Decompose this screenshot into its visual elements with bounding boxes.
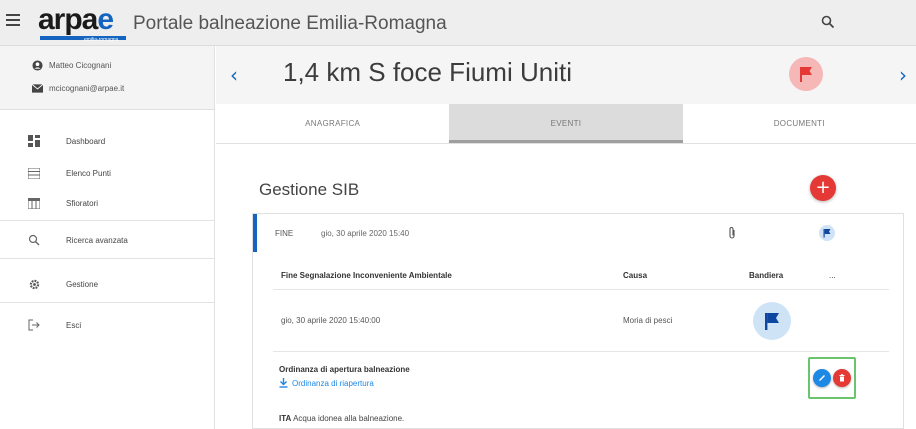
search-icon: [27, 233, 41, 247]
paperclip-icon[interactable]: [727, 226, 737, 240]
sidebar: Matteo Cicognani mcicognani@arpae.it Das…: [0, 46, 215, 429]
gear-icon: [27, 277, 41, 291]
sidebar-divider: [0, 220, 214, 221]
sidebar-divider: [0, 258, 214, 259]
chevron-right-icon[interactable]: ›: [899, 63, 907, 87]
logo-subtext: emilia-romagna: [84, 37, 119, 43]
portal-title: Portale balneazione Emilia-Romagna: [133, 13, 447, 34]
pencil-icon: [819, 375, 825, 381]
point-title: 1,4 km S foce Fiumi Uniti: [283, 57, 572, 87]
user-icon: [32, 60, 43, 71]
event-card: FINE gio, 30 aprile 2020 15:40 Fine Segn…: [252, 213, 904, 429]
column-header: Causa: [623, 271, 648, 280]
user-email-row: mcicognani@arpae.it: [32, 84, 124, 93]
user-block: Matteo Cicognani mcicognani@arpae.it: [0, 46, 214, 110]
tab-bar: ANAGRAFICA EVENTI DOCUMENTI: [216, 104, 916, 144]
list-icon: [27, 166, 41, 180]
column-header: Fine Segnalazione Inconveniente Ambienta…: [281, 271, 452, 280]
edit-button[interactable]: [813, 369, 831, 387]
table-row: gio, 30 aprile 2020 15:40:00 Moria di pe…: [273, 290, 889, 352]
column-header-more: ...: [829, 271, 836, 280]
trash-icon: [839, 374, 845, 382]
arpae-logo: arpae emilia-romagna: [38, 3, 130, 43]
status-flag: [789, 57, 823, 91]
red-flag-icon: [800, 67, 812, 82]
sidebar-item-sfioratori[interactable]: Sfioratori: [0, 192, 214, 214]
sidebar-item-elenco-punti[interactable]: Elenco Punti: [0, 162, 214, 184]
event-status: FINE: [275, 228, 294, 238]
chevron-left-icon[interactable]: ‹: [230, 63, 238, 87]
event-table-header: Fine Segnalazione Inconveniente Ambienta…: [273, 262, 889, 290]
sidebar-item-dashboard[interactable]: Dashboard: [0, 130, 214, 152]
user-name-row: Matteo Cicognani: [32, 60, 111, 71]
search-icon[interactable]: [820, 14, 836, 30]
tab-anagrafica[interactable]: ANAGRAFICA: [216, 104, 449, 143]
logout-icon: [27, 318, 41, 332]
sidebar-item-label: Dashboard: [66, 136, 106, 146]
tab-documenti[interactable]: DOCUMENTI: [683, 104, 916, 143]
ordinance-title: Ordinanza di apertura balneazione: [279, 365, 410, 374]
top-bar: arpae emilia-romagna Portale balneazione…: [0, 0, 916, 46]
calendar-icon: [27, 196, 41, 210]
user-name: Matteo Cicognani: [49, 61, 112, 70]
action-buttons-highlight: [808, 357, 856, 399]
section-title: Gestione SIB: [259, 180, 360, 199]
ita-status: ITA Acqua idonea alla balneazione.: [279, 414, 404, 423]
blue-flag-icon: [819, 225, 835, 241]
ordinance-download-link[interactable]: Ordinanza di riapertura: [279, 378, 374, 388]
sidebar-item-gestione[interactable]: Gestione: [0, 273, 214, 295]
ita-code: ITA: [279, 414, 292, 423]
sidebar-item-label: Sfioratori: [66, 198, 99, 208]
ita-text: Acqua idonea alla balneazione.: [293, 414, 405, 423]
sidebar-item-label: Esci: [66, 320, 82, 330]
column-header: Bandiera: [749, 271, 784, 280]
user-email: mcicognani@arpae.it: [49, 84, 125, 93]
row-cause: Moria di pesci: [623, 316, 673, 325]
sidebar-item-label: Ricerca avanzata: [66, 235, 128, 245]
ordinance-link-label: Ordinanza di riapertura: [292, 378, 374, 388]
logo-text: arpae: [38, 3, 114, 36]
sidebar-item-label: Elenco Punti: [66, 168, 111, 178]
sidebar-item-label: Gestione: [66, 279, 99, 289]
point-header: ‹ 1,4 km S foce Fiumi Uniti ›: [216, 46, 916, 104]
event-datetime: gio, 30 aprile 2020 15:40: [321, 228, 410, 238]
sidebar-divider: [0, 302, 214, 303]
sidebar-item-esci[interactable]: Esci: [0, 314, 214, 336]
delete-button[interactable]: [833, 369, 851, 387]
tab-eventi[interactable]: EVENTI: [449, 104, 683, 143]
download-icon: [279, 378, 288, 388]
mail-icon: [32, 84, 43, 93]
add-button[interactable]: +: [810, 175, 836, 201]
row-date: gio, 30 aprile 2020 15:40:00: [281, 316, 381, 325]
dashboard-icon: [27, 134, 41, 148]
hamburger-icon[interactable]: [6, 14, 20, 28]
event-header[interactable]: FINE gio, 30 aprile 2020 15:40: [253, 214, 903, 252]
sidebar-item-ricerca-avanzata[interactable]: Ricerca avanzata: [0, 229, 214, 251]
blue-flag-icon: [753, 302, 791, 340]
